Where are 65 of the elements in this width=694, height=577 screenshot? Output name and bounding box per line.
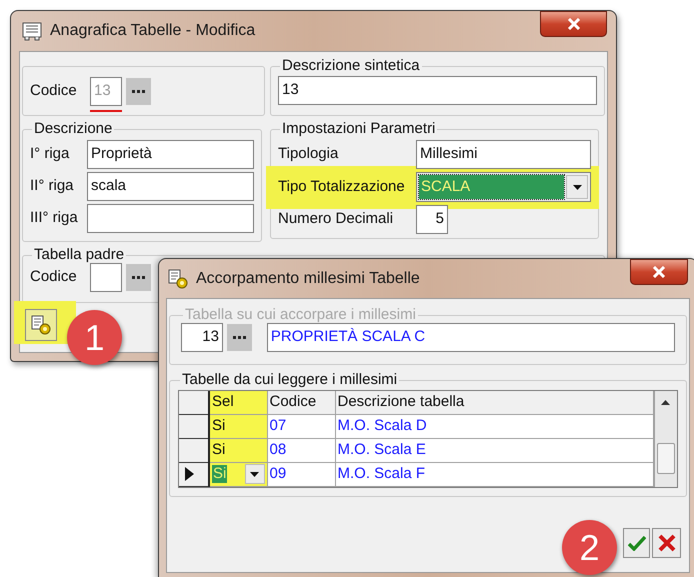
input-field[interactable]: Proprietà bbox=[87, 140, 254, 169]
table-cell: 07 bbox=[267, 414, 335, 438]
dropdown-button[interactable] bbox=[244, 464, 264, 484]
dropdown-value: SCALA bbox=[419, 175, 564, 199]
field-label: Codice bbox=[30, 80, 78, 101]
check-icon bbox=[628, 535, 646, 551]
field-label: Numero Decimali bbox=[278, 209, 394, 230]
input-field[interactable] bbox=[90, 263, 122, 292]
input-field[interactable] bbox=[87, 204, 254, 233]
column-header[interactable]: Codice bbox=[267, 391, 335, 414]
ellipsis-icon bbox=[132, 276, 145, 279]
browse-button[interactable] bbox=[126, 264, 151, 291]
browse-button[interactable] bbox=[126, 78, 151, 104]
field-label: II° riga bbox=[30, 176, 75, 196]
row-header[interactable] bbox=[179, 438, 209, 462]
caret-icon bbox=[250, 472, 259, 476]
table-cell: 09 bbox=[267, 462, 335, 486]
current-row-icon bbox=[185, 467, 194, 481]
close-icon bbox=[652, 266, 666, 278]
table-gear-icon bbox=[31, 315, 51, 335]
underline-mark bbox=[90, 110, 122, 112]
table-cell: Si bbox=[209, 414, 267, 438]
ellipsis-icon bbox=[132, 90, 145, 92]
table-cell: M.O. Scala D bbox=[335, 414, 653, 438]
ellipsis-icon bbox=[232, 336, 246, 339]
table-cell: Si bbox=[209, 438, 267, 462]
group-title: Descrizione bbox=[33, 121, 114, 137]
browse-button[interactable] bbox=[226, 324, 252, 351]
table-cell: M.O. Scala E bbox=[335, 438, 653, 462]
group-title: Tabelle da cui leggere i millesimi bbox=[181, 372, 398, 388]
input-field[interactable]: 5 bbox=[416, 205, 448, 234]
window-icon bbox=[22, 21, 42, 41]
close-icon bbox=[566, 18, 580, 30]
column-header[interactable]: Descrizione tabella bbox=[335, 391, 653, 414]
field-label: Tipo Totalizzazione bbox=[278, 176, 406, 197]
up-arrow-icon bbox=[661, 400, 670, 404]
input-field[interactable]: Millesimi bbox=[416, 140, 591, 169]
close-button[interactable] bbox=[630, 259, 688, 285]
caret-icon bbox=[572, 184, 582, 190]
group-title: Tabella padre bbox=[33, 247, 126, 263]
group-title: Descrizione sintetica bbox=[281, 58, 421, 74]
close-button[interactable] bbox=[540, 11, 607, 37]
field-label: III° riga bbox=[30, 208, 79, 228]
dropdown-button[interactable] bbox=[566, 175, 588, 199]
field-label: I° riga bbox=[30, 144, 70, 164]
cancel-button[interactable] bbox=[652, 528, 681, 558]
group-title: Tabella su cui accorpare i millesimi bbox=[184, 307, 417, 323]
group-title: Impostazioni Parametri bbox=[281, 121, 436, 137]
input-field[interactable]: 13 bbox=[278, 76, 597, 105]
window-title: Anagrafica Tabelle - Modifica bbox=[50, 21, 256, 41]
field-label: Codice bbox=[30, 267, 78, 288]
window-title: Accorpamento millesimi Tabelle bbox=[196, 268, 420, 288]
scrollbar[interactable] bbox=[654, 391, 677, 487]
window-icon bbox=[168, 268, 188, 288]
field-label: Tipologia bbox=[278, 144, 340, 164]
column-header[interactable]: Sel bbox=[209, 391, 267, 414]
scrollbar-thumb[interactable] bbox=[656, 443, 675, 474]
toolbar-button[interactable] bbox=[25, 309, 57, 341]
row-header[interactable] bbox=[179, 462, 209, 486]
row-header[interactable] bbox=[179, 414, 209, 438]
cross-icon bbox=[658, 534, 676, 552]
confirm-button[interactable] bbox=[623, 528, 650, 558]
input-field[interactable]: scala bbox=[87, 172, 254, 201]
table-cell: M.O. Scala F bbox=[335, 462, 653, 486]
table-cell: 08 bbox=[267, 438, 335, 462]
